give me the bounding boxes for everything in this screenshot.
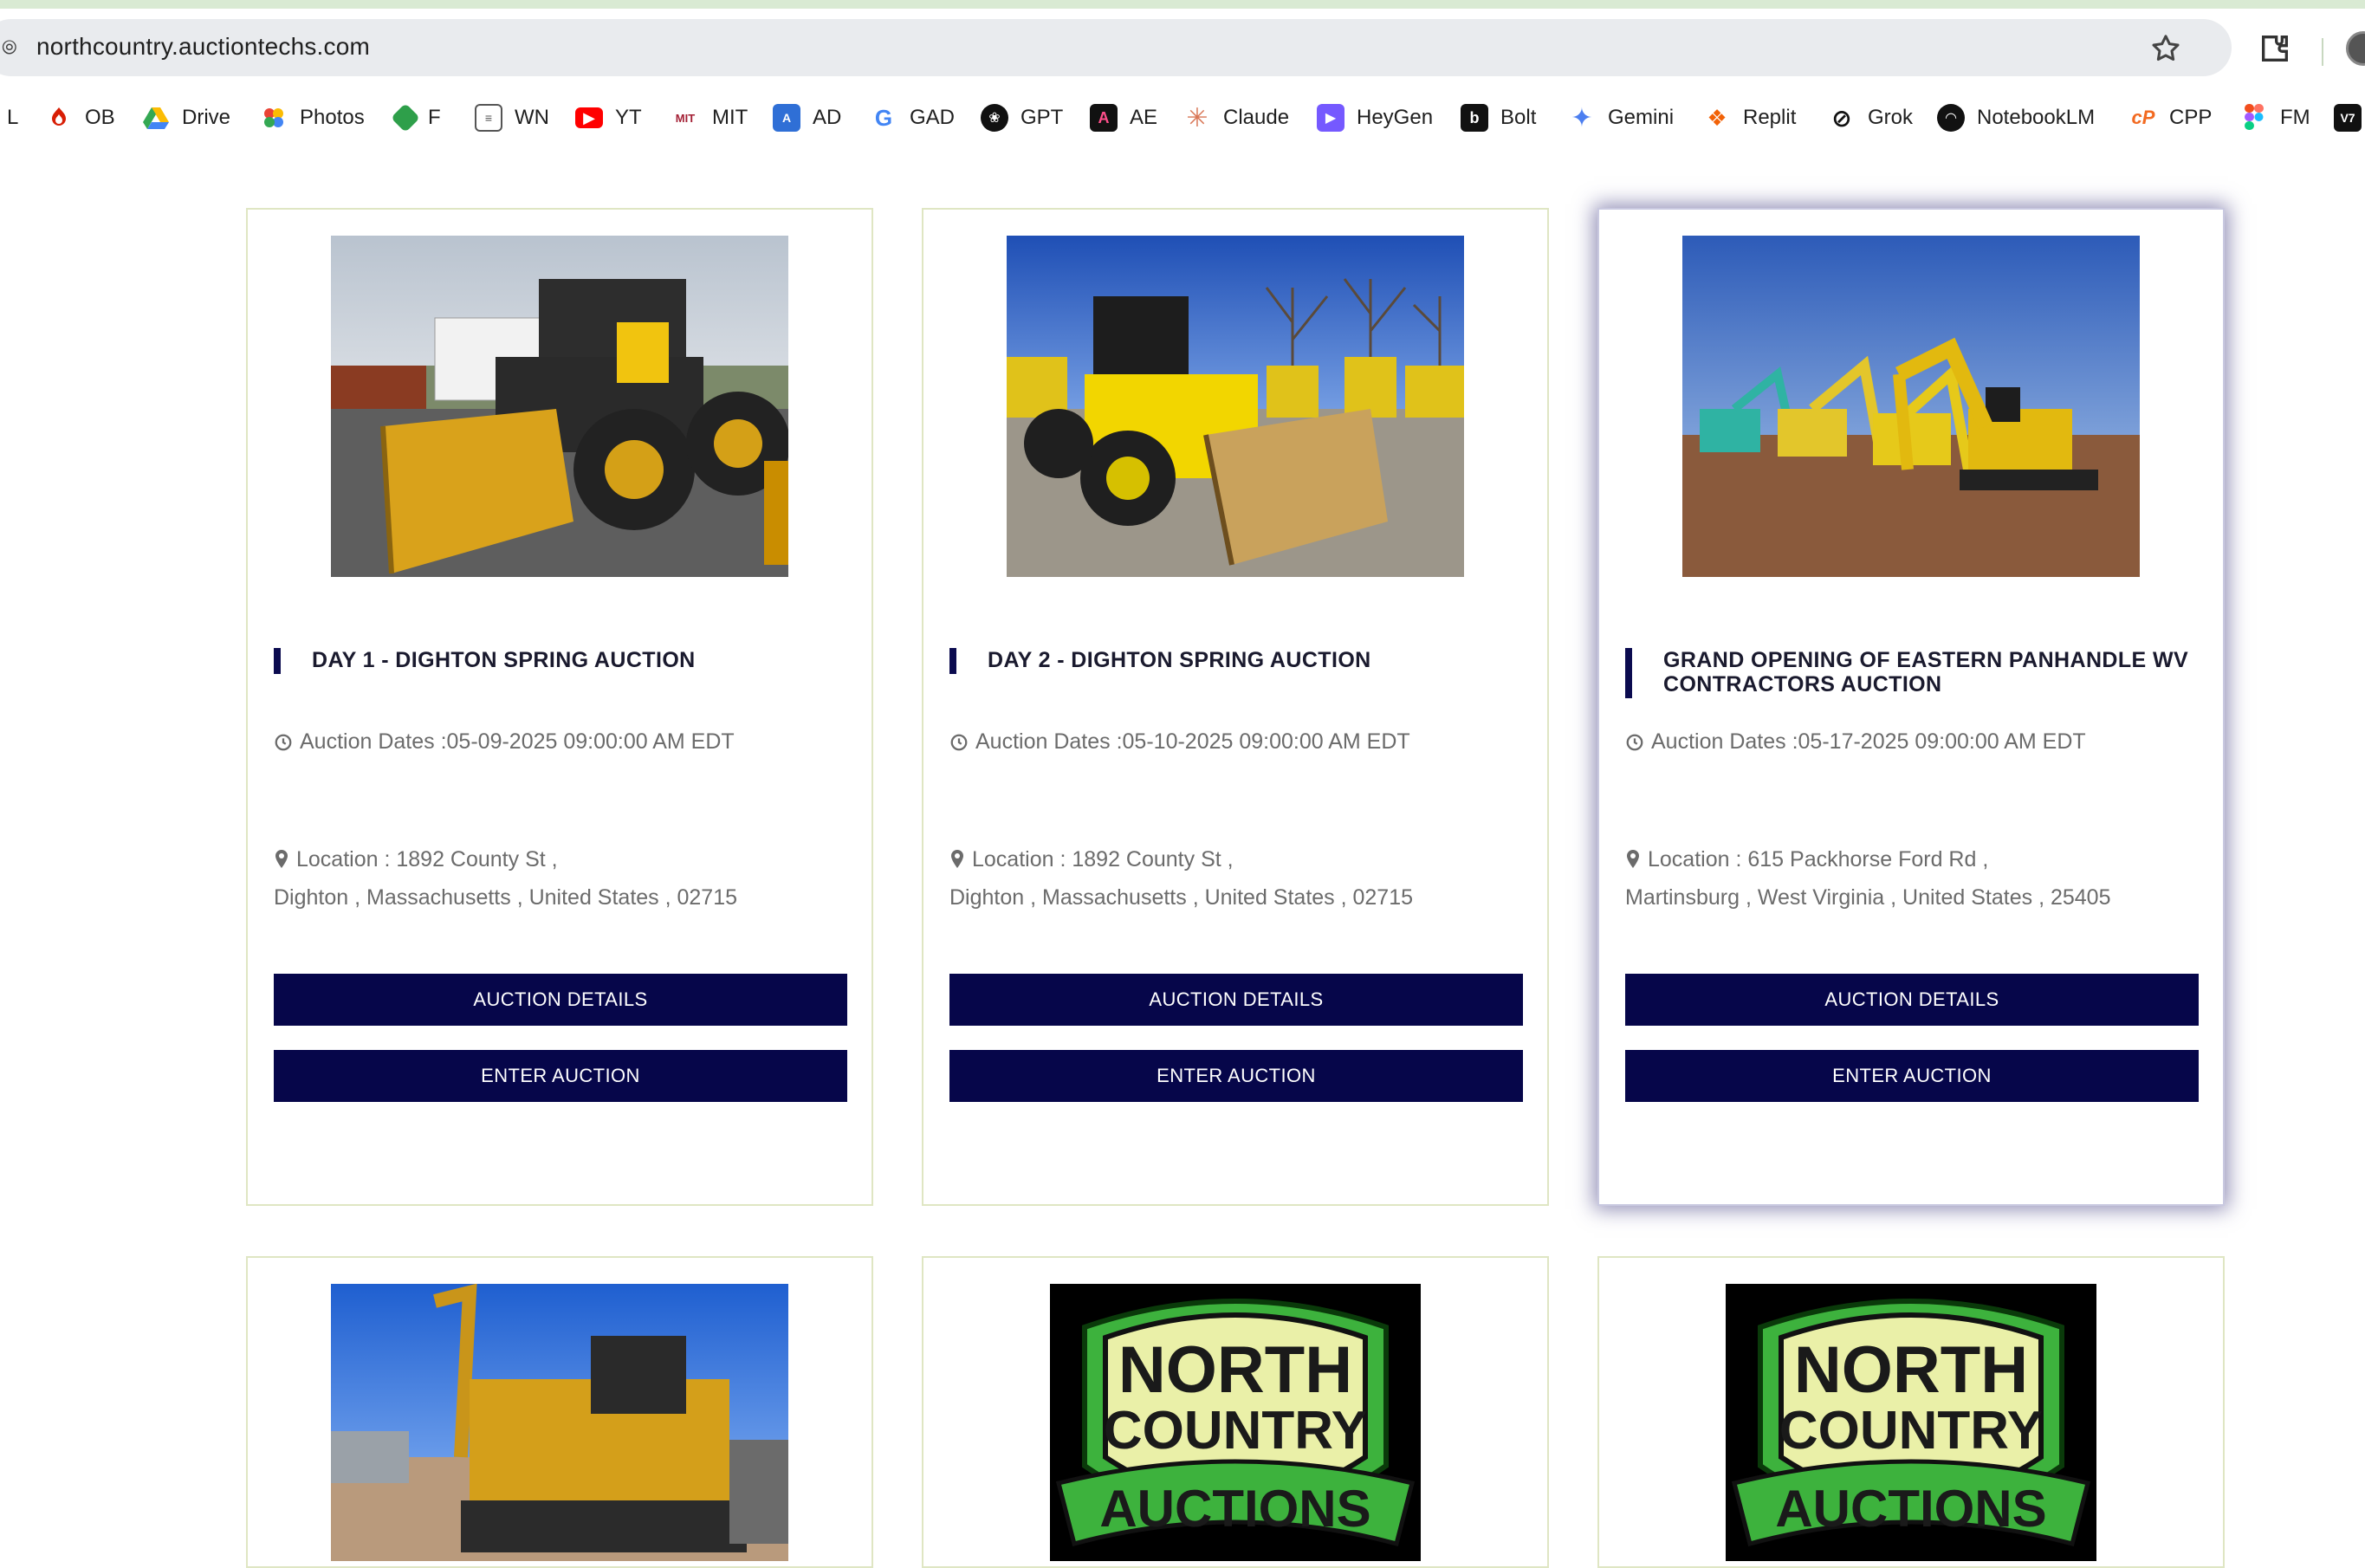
bookmark-yt[interactable]: ▶ YT xyxy=(575,92,642,144)
enter-auction-button[interactable]: ENTER AUCTION xyxy=(274,1050,847,1102)
f-icon xyxy=(391,103,420,133)
logo-line-country: COUNTRY xyxy=(1104,1401,1367,1461)
auction-image-dozer[interactable] xyxy=(331,1284,788,1561)
auction-details-button[interactable]: AUCTION DETAILS xyxy=(949,974,1523,1026)
bookmark-gemini[interactable]: ✦ Gemini xyxy=(1568,92,1674,144)
mit-icon: MIT xyxy=(675,111,696,125)
bookmark-wn[interactable]: ≡ WN xyxy=(475,92,549,144)
auction-dates: Auction Dates :05-10-2025 09:00:00 AM ED… xyxy=(949,729,1410,755)
logo-line-country: COUNTRY xyxy=(1779,1401,2043,1461)
enter-auction-button[interactable]: ENTER AUCTION xyxy=(949,1050,1523,1102)
auction-card xyxy=(246,1256,873,1568)
auction-details-button[interactable]: AUCTION DETAILS xyxy=(1625,974,2199,1026)
wn-icon: ≡ xyxy=(475,104,502,132)
logo-line-north: NORTH xyxy=(1118,1333,1352,1407)
auction-image-excavators[interactable] xyxy=(1682,236,2140,577)
logo-line-north: NORTH xyxy=(1794,1333,2028,1407)
bookmark-ae[interactable]: A AE xyxy=(1090,92,1157,144)
auction-card: DAY 1 - DIGHTON SPRING AUCTION Auction D… xyxy=(246,208,873,1206)
address-bar[interactable]: ⦾ northcountry.auctiontechs.com xyxy=(0,19,2232,76)
auction-details-button[interactable]: AUCTION DETAILS xyxy=(274,974,847,1026)
auction-title[interactable]: DAY 1 - DIGHTON SPRING AUCTION xyxy=(274,648,846,674)
auction-image-wheel-loader[interactable] xyxy=(331,236,788,577)
google-icon: G xyxy=(874,104,893,131)
bookmark-notebooklm[interactable]: ◠ NotebookLM xyxy=(1937,92,2095,144)
north-country-logo[interactable]: NORTH COUNTRY AUCTIONS xyxy=(1050,1284,1421,1561)
bookmark-grok[interactable]: ⊘ Grok xyxy=(1828,92,1913,144)
browser-chrome: ⦾ northcountry.auctiontechs.com L OB Dri… xyxy=(0,9,2365,154)
bookmark-cpp[interactable]: cP CPP xyxy=(2129,92,2213,144)
auction-dates: Auction Dates :05-09-2025 09:00:00 AM ED… xyxy=(274,729,735,755)
bookmark-fm[interactable]: FM xyxy=(2240,92,2310,144)
auction-location: Location : 1892 County St , Dighton , Ma… xyxy=(274,847,738,910)
auction-grid: DAY 1 - DIGHTON SPRING AUCTION Auction D… xyxy=(0,154,2365,1568)
bookmark-mit[interactable]: MIT MIT xyxy=(671,92,748,144)
map-pin-icon xyxy=(951,850,963,868)
auction-location: Location : 1892 County St , Dighton , Ma… xyxy=(949,847,1414,910)
adobe-icon: A xyxy=(1090,104,1118,132)
youtube-icon: ▶ xyxy=(575,107,603,128)
logo-line-auctions: AUCTIONS xyxy=(1099,1480,1370,1538)
clock-icon xyxy=(275,734,292,750)
bookmark-star-icon[interactable] xyxy=(2148,31,2183,66)
notebooklm-icon: ◠ xyxy=(1937,104,1965,132)
map-pin-icon xyxy=(275,850,288,868)
logo-line-auctions: AUCTIONS xyxy=(1775,1480,2046,1538)
google-drive-icon xyxy=(142,104,170,132)
heygen-icon: ▶ xyxy=(1317,104,1344,132)
bookmarks-bar: L OB Drive Photos F ≡ WN ▶ YT MIT MIT A … xyxy=(0,92,2365,144)
ad-icon: A xyxy=(773,104,800,132)
auction-card: GRAND OPENING OF EASTERN PANHANDLE WV CO… xyxy=(1597,208,2225,1206)
bookmark-f[interactable]: F xyxy=(391,92,441,144)
enter-auction-button[interactable]: ENTER AUCTION xyxy=(1625,1050,2199,1102)
cpp-icon: cP xyxy=(2131,107,2155,128)
figma-icon xyxy=(2240,104,2268,132)
bookmark-l[interactable]: L xyxy=(7,92,18,144)
auction-title[interactable]: DAY 2 - DIGHTON SPRING AUCTION xyxy=(949,648,1521,674)
bookmark-claude[interactable]: ✳ Claude xyxy=(1183,92,1289,144)
bookmark-ob[interactable]: OB xyxy=(45,92,115,144)
toolbar-separator xyxy=(2322,38,2323,66)
browser-top-strip xyxy=(0,0,2365,9)
bookmark-drive[interactable]: Drive xyxy=(142,92,230,144)
openai-icon: ❀ xyxy=(981,104,1008,132)
grok-icon: ⊘ xyxy=(1831,104,1852,132)
bookmark-ad[interactable]: A AD xyxy=(773,92,841,144)
google-photos-icon xyxy=(260,104,288,132)
url-text[interactable]: northcountry.auctiontechs.com xyxy=(36,33,370,61)
auction-card: DAY 2 - DIGHTON SPRING AUCTION Auction D… xyxy=(922,208,1549,1206)
auction-dates: Auction Dates :05-17-2025 09:00:00 AM ED… xyxy=(1625,729,2086,755)
bookmark-heygen[interactable]: ▶ HeyGen xyxy=(1317,92,1433,144)
gemini-icon: ✦ xyxy=(1571,103,1593,133)
auction-image-wheel-loader-yard[interactable] xyxy=(1007,236,1464,577)
profile-avatar-icon[interactable] xyxy=(2346,31,2365,66)
claude-icon: ✳ xyxy=(1186,103,1208,133)
bookmark-bolt[interactable]: b Bolt xyxy=(1461,92,1536,144)
v7-icon: V7 xyxy=(2334,104,2362,132)
map-pin-icon xyxy=(1627,850,1639,868)
santander-icon xyxy=(45,104,73,132)
bookmark-v7[interactable]: V7 xyxy=(2334,92,2365,144)
bolt-icon: b xyxy=(1461,104,1488,132)
clock-icon xyxy=(950,734,968,750)
auction-card: NORTH COUNTRY AUCTIONS xyxy=(922,1256,1549,1568)
auction-card: NORTH COUNTRY AUCTIONS xyxy=(1597,1256,2225,1568)
bookmark-photos[interactable]: Photos xyxy=(260,92,365,144)
bookmark-gpt[interactable]: ❀ GPT xyxy=(981,92,1063,144)
extensions-icon[interactable] xyxy=(2258,31,2292,66)
bookmark-gad[interactable]: G GAD xyxy=(870,92,955,144)
clock-icon xyxy=(1626,734,1643,750)
auction-title[interactable]: GRAND OPENING OF EASTERN PANHANDLE WV CO… xyxy=(1625,648,2197,698)
replit-icon: ❖ xyxy=(1707,104,1727,131)
site-info-icon[interactable]: ⦾ xyxy=(2,37,17,58)
bookmark-replit[interactable]: ❖ Replit xyxy=(1703,92,1796,144)
auction-location: Location : 615 Packhorse Ford Rd , Marti… xyxy=(1625,847,2111,910)
north-country-logo[interactable]: NORTH COUNTRY AUCTIONS xyxy=(1726,1284,2096,1561)
